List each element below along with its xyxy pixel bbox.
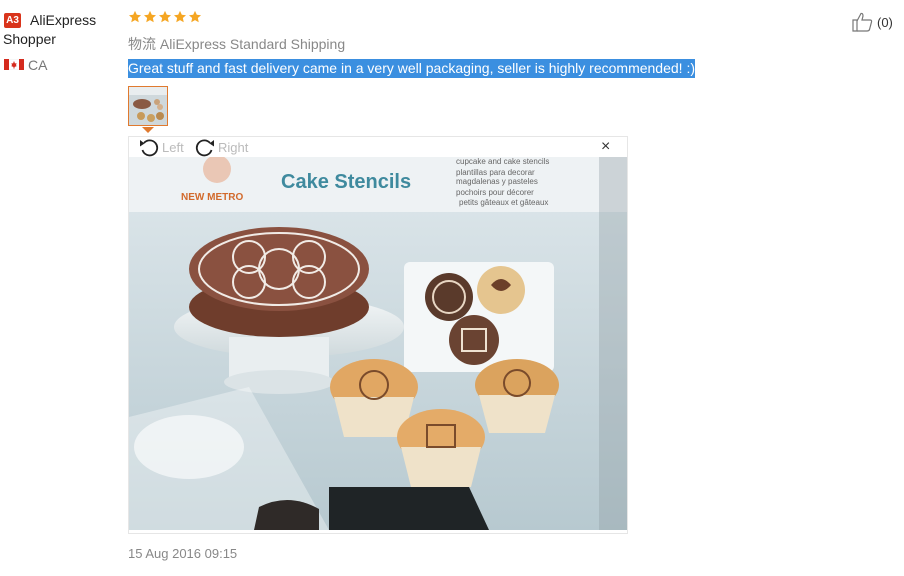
star-icon	[158, 10, 172, 23]
review-photo: NEW METRO Cake Stencils cupcake and cake…	[129, 157, 627, 530]
photo-title: Cake Stencils	[281, 171, 411, 193]
photo-subtitle-4: pochoirs pour décorer	[456, 188, 534, 197]
helpful-count: (0)	[877, 14, 893, 30]
star-icon	[128, 10, 142, 23]
review-date: 15 Aug 2016 09:15	[128, 546, 238, 561]
star-icon	[173, 10, 187, 23]
rotate-left-button[interactable]: Left	[138, 137, 184, 157]
review-text: Great stuff and fast delivery came in a …	[128, 59, 695, 78]
shipping-method: 物流 AliExpress Standard Shipping	[128, 36, 346, 52]
photo-subtitle-5: petits gâteaux et gâteaux	[459, 198, 548, 207]
review-photo-thumbnail[interactable]	[128, 86, 168, 126]
reviewer-level-badge: A3	[4, 13, 21, 28]
reviewer-name[interactable]: AliExpress	[30, 12, 96, 28]
photo-subtitle-3: magdalenas y pasteles	[456, 177, 538, 186]
photo-subtitle-1: cupcake and cake stencils	[456, 157, 549, 166]
canada-flag-icon	[4, 59, 24, 70]
star-rating	[128, 10, 202, 24]
close-icon[interactable]: ×	[601, 139, 610, 155]
reviewer-name-line2[interactable]: Shopper	[3, 31, 56, 47]
star-icon	[188, 10, 202, 23]
star-icon	[143, 10, 157, 23]
rotate-right-label: Right	[218, 139, 249, 155]
rotate-left-icon	[140, 139, 159, 157]
reviewer-country: CA	[28, 57, 48, 73]
rotate-left-label: Left	[162, 139, 184, 155]
brand-name: NEW METRO	[181, 192, 243, 203]
product-photo-illustration: NEW METRO Cake Stencils cupcake and cake…	[129, 157, 627, 530]
helpful-button[interactable]: (0)	[852, 12, 893, 32]
rotate-right-button[interactable]: Right	[194, 137, 248, 157]
thumbs-up-icon	[852, 12, 873, 32]
photo-subtitle-2: plantillas para decorar	[456, 168, 535, 177]
thumbnail-pointer	[142, 127, 154, 133]
rotate-right-icon	[195, 139, 214, 157]
thumbnail-image	[129, 87, 167, 125]
